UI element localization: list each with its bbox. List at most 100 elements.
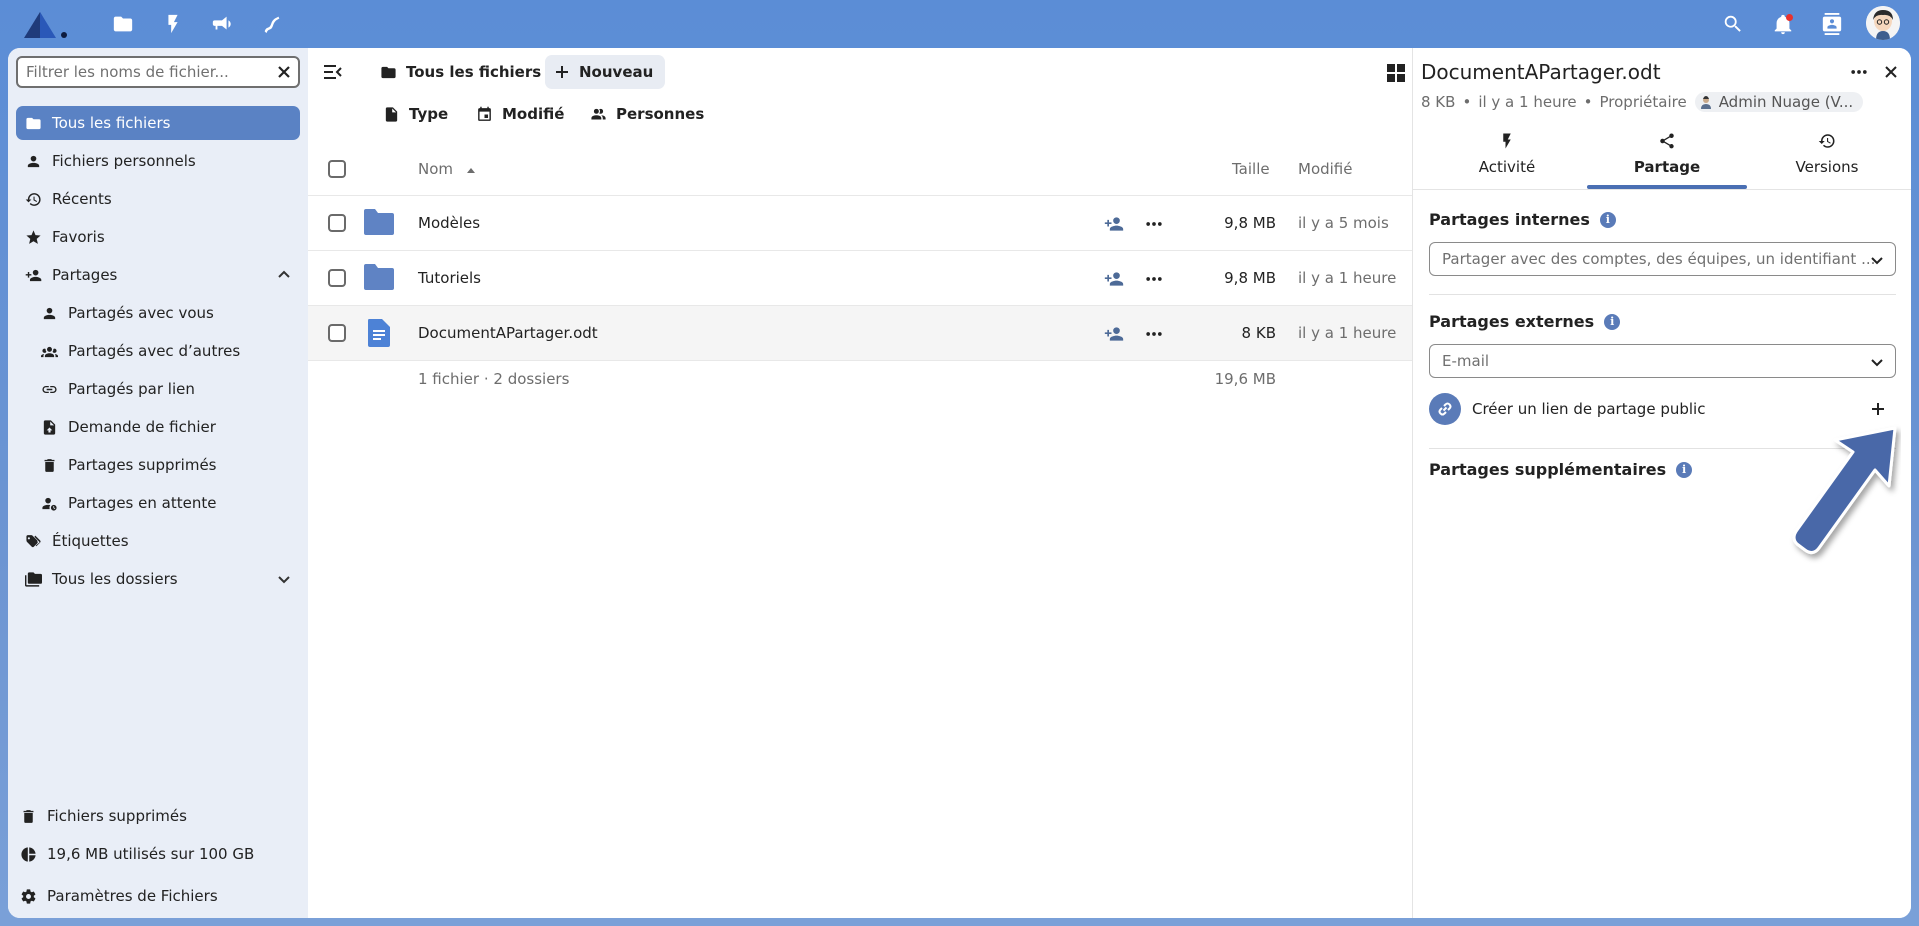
user-avatar[interactable] [1866, 6, 1900, 40]
plus-icon [555, 65, 579, 79]
share-add-icon[interactable] [1104, 214, 1124, 234]
filter-filenames-input[interactable] [26, 63, 270, 81]
nav-subitem-pending-shares[interactable]: Partages en attente [32, 486, 300, 520]
nav-item-recent[interactable]: Récents [16, 182, 300, 216]
file-name[interactable]: DocumentAPartager.odt [418, 324, 598, 342]
add-public-link-icon[interactable] [1868, 399, 1888, 419]
share-add-icon[interactable] [1104, 269, 1124, 289]
additional-shares-heading: Partages supplémentaires i [1429, 460, 1693, 479]
nav-subitem-file-requests[interactable]: Demande de fichier [32, 410, 300, 444]
file-details-sidebar: DocumentAPartager.odt 8 KB • il y a 1 he… [1412, 48, 1911, 918]
external-shares-heading: Partages externes i [1429, 312, 1621, 331]
nav-item-favorites[interactable]: Favoris [16, 220, 300, 254]
select-all-checkbox[interactable] [328, 160, 346, 178]
nav-item-all-files[interactable]: Tous les fichiers [16, 106, 300, 140]
filter-type-button[interactable]: Type [383, 105, 448, 123]
file-name[interactable]: Tutoriels [418, 269, 481, 287]
pie-chart-icon [20, 846, 47, 863]
account-icon [24, 152, 42, 170]
file-size: 8 KB [1241, 324, 1276, 342]
info-icon[interactable]: i [1604, 313, 1621, 330]
nav-subitem-deleted-shares[interactable]: Partages supprimés [32, 448, 300, 482]
tab-versions[interactable]: Versions [1747, 124, 1907, 184]
table-row[interactable]: Modèles 9,8 MB il y a 5 mois [308, 196, 1412, 251]
tab-activity[interactable]: Activité [1427, 124, 1587, 184]
notifications-icon[interactable] [1767, 8, 1799, 40]
filter-modified-button[interactable]: Modifié [476, 105, 564, 123]
nav-item-label: Étiquettes [52, 532, 129, 550]
internal-share-search-select[interactable]: Partager avec des comptes, des équipes, … [1429, 242, 1896, 276]
nav-item-label: Partages en attente [68, 494, 217, 512]
chevron-down-icon[interactable] [276, 571, 292, 587]
file-modified: il y a 1 heure [1298, 324, 1397, 342]
search-icon[interactable] [1717, 8, 1749, 40]
history-icon [1818, 134, 1835, 148]
new-button-label: Nouveau [579, 63, 654, 81]
filter-label: Type [409, 105, 449, 123]
row-checkbox[interactable] [328, 324, 346, 342]
nav-item-label: Tous les dossiers [52, 570, 178, 588]
more-actions-icon[interactable] [1845, 58, 1873, 86]
storage-quota[interactable]: 19,6 MB utilisés sur 100 GB [20, 838, 254, 870]
external-share-email-select[interactable]: E-mail [1429, 344, 1896, 378]
toggle-navigation-button[interactable] [322, 62, 344, 82]
files-summary: 1 fichier · 2 dossiers [418, 370, 570, 388]
more-actions-icon[interactable] [1144, 324, 1164, 344]
nav-item-files-settings[interactable]: Paramètres de Fichiers [20, 880, 218, 912]
new-button[interactable]: Nouveau [545, 55, 666, 89]
account-group-icon [590, 106, 616, 123]
info-icon[interactable]: i [1676, 461, 1693, 478]
owner-name: Admin Nuage (V... [1718, 93, 1854, 111]
file-modified: il y a 1 heure [1298, 269, 1397, 287]
nav-subitem-shared-by-link[interactable]: Partagés par lien [32, 372, 300, 406]
info-icon[interactable]: i [1599, 211, 1616, 228]
row-checkbox[interactable] [328, 269, 346, 287]
create-public-link-row[interactable]: Créer un lien de partage public [1429, 392, 1896, 426]
nextcloud-logo[interactable] [18, 6, 76, 42]
nav-item-tags[interactable]: Étiquettes [16, 524, 300, 558]
grid-view-toggle[interactable] [1386, 63, 1406, 83]
select-placeholder: E-mail [1442, 352, 1490, 370]
nav-subitem-shared-with-you[interactable]: Partagés avec vous [32, 296, 300, 330]
trash-icon [40, 456, 58, 474]
row-checkbox[interactable] [328, 214, 346, 232]
column-size-header[interactable]: Taille [1232, 160, 1270, 178]
column-modified-header[interactable]: Modifié [1298, 160, 1353, 178]
activity-app-icon[interactable] [157, 8, 189, 40]
link-icon [40, 380, 58, 398]
file-size: 9,8 MB [1224, 269, 1276, 287]
file-upload-icon [40, 418, 58, 436]
announcements-app-icon[interactable] [206, 8, 238, 40]
table-row[interactable]: Tutoriels 9,8 MB il y a 1 heure [308, 251, 1412, 306]
close-icon[interactable] [1877, 58, 1905, 86]
breadcrumb-all-files[interactable]: Tous les fichiers [380, 63, 541, 81]
more-actions-icon[interactable] [1144, 214, 1164, 234]
filter-people-button[interactable]: Personnes [590, 105, 704, 123]
divider [1413, 189, 1911, 190]
more-actions-icon[interactable] [1144, 269, 1164, 289]
column-name-header[interactable]: Nom [418, 160, 476, 178]
clear-filter-icon[interactable] [270, 58, 298, 86]
share-add-icon[interactable] [1104, 324, 1124, 344]
nav-item-deleted-files[interactable]: Fichiers supprimés [20, 800, 187, 832]
tab-label: Activité [1478, 158, 1536, 176]
nav-item-personal-files[interactable]: Fichiers personnels [16, 144, 300, 178]
files-app-icon[interactable] [107, 8, 139, 40]
file-name[interactable]: Modèles [418, 214, 480, 232]
nav-item-all-folders[interactable]: Tous les dossiers [16, 562, 300, 596]
file-list-header: Nom Taille Modifié [308, 142, 1412, 196]
contacts-icon[interactable] [1816, 8, 1848, 40]
account-icon [40, 304, 58, 322]
nav-item-shares[interactable]: Partages [16, 258, 300, 292]
chevron-up-icon[interactable] [276, 267, 292, 283]
talk-app-icon[interactable] [256, 8, 288, 40]
details-owner-label: Propriétaire [1599, 93, 1687, 111]
tag-icon [24, 532, 42, 550]
nav-subitem-shared-with-others[interactable]: Partagés avec d’autres [32, 334, 300, 368]
separator-dot: • [1583, 93, 1593, 111]
owner-chip[interactable]: Admin Nuage (V... [1694, 92, 1864, 112]
trash-icon [20, 808, 47, 825]
tab-sharing[interactable]: Partage [1587, 124, 1747, 184]
details-size: 8 KB [1421, 93, 1456, 111]
table-row[interactable]: DocumentAPartager.odt 8 KB il y a 1 heur… [308, 306, 1412, 361]
